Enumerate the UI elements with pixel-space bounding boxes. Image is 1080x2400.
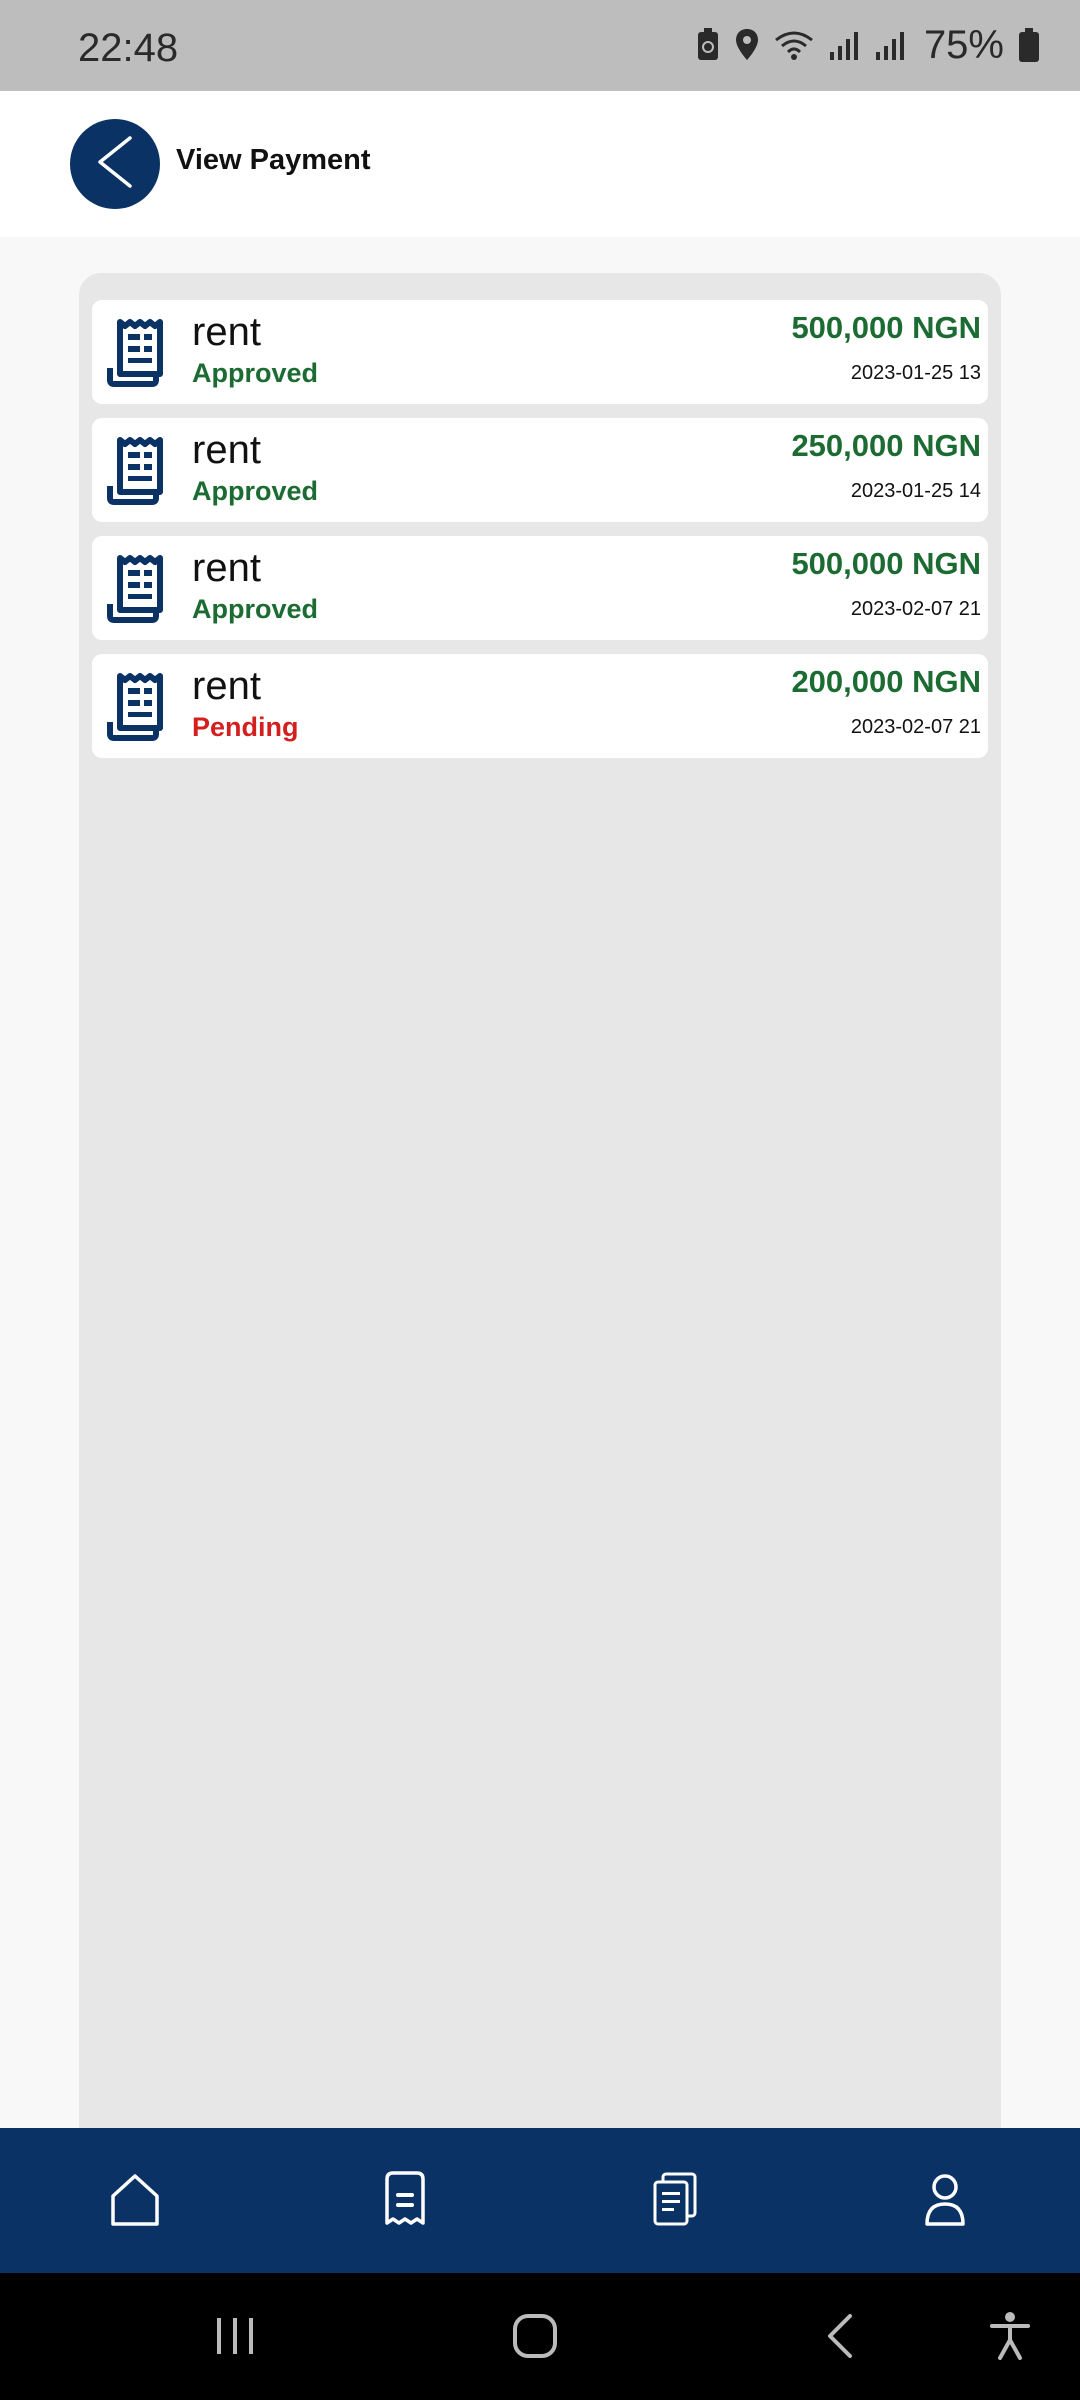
payment-item[interactable]: rent Approved 500,000 NGN 2023-01-25 13: [92, 300, 988, 404]
receipt-icon: [106, 318, 168, 388]
recents-button[interactable]: [200, 2303, 270, 2373]
system-home-button[interactable]: [500, 2303, 570, 2373]
system-nav: [0, 2273, 1080, 2400]
chevron-left-icon: [92, 134, 138, 195]
payment-title: rent: [192, 664, 261, 708]
app-header: View Payment: [0, 91, 1080, 237]
location-icon: [734, 28, 760, 62]
accessibility-icon: [988, 2310, 1032, 2367]
payment-date: 2023-01-25 13: [850, 362, 981, 384]
payment-title: rent: [192, 310, 261, 354]
payment-amount: 500,000 NGN: [791, 310, 981, 345]
payment-status: Approved: [192, 594, 319, 624]
system-back-button[interactable]: [805, 2303, 875, 2373]
receipt-icon: [106, 672, 168, 742]
payment-status: Approved: [192, 358, 319, 388]
page-title: View Payment: [176, 144, 371, 176]
payment-amount: 200,000 NGN: [791, 664, 981, 699]
nav-payments-button[interactable]: [365, 2162, 445, 2242]
payment-date: 2023-02-07 21: [850, 598, 981, 620]
back-button[interactable]: [70, 119, 160, 209]
bottom-nav: [0, 2128, 1080, 2273]
profile-icon: [923, 2172, 967, 2233]
payment-amount: 500,000 NGN: [791, 546, 981, 581]
payment-date: 2023-01-25 14: [850, 480, 981, 502]
receipt-icon: [383, 2170, 427, 2234]
payment-title: rent: [192, 546, 261, 590]
battery-icon: [1018, 27, 1040, 63]
nav-documents-button[interactable]: [635, 2162, 715, 2242]
home-icon: [109, 2172, 161, 2233]
battery-percent: 75%: [923, 22, 1004, 67]
home-circle-icon: [512, 2313, 558, 2364]
payment-item[interactable]: rent Approved 250,000 NGN 2023-01-25 14: [92, 418, 988, 522]
signal-icon: [828, 28, 860, 62]
payment-item[interactable]: rent Approved 500,000 NGN 2023-02-07 21: [92, 536, 988, 640]
receipt-icon: [106, 436, 168, 506]
payment-status: Approved: [192, 476, 319, 506]
receipt-icon: [106, 554, 168, 624]
accessibility-button[interactable]: [975, 2303, 1045, 2373]
nav-home-button[interactable]: [95, 2162, 175, 2242]
battery-saver-icon: [696, 28, 720, 62]
payment-amount: 250,000 NGN: [791, 428, 981, 463]
status-bar: 22:48 75%: [0, 0, 1080, 91]
payment-item[interactable]: rent Pending 200,000 NGN 2023-02-07 21: [92, 654, 988, 758]
recents-icon: [213, 2314, 257, 2363]
nav-profile-button[interactable]: [905, 2162, 985, 2242]
documents-icon: [651, 2172, 699, 2233]
status-icons: 75%: [696, 22, 1040, 68]
payment-status: Pending: [192, 712, 299, 742]
status-time: 22:48: [78, 26, 179, 70]
wifi-icon: [774, 28, 814, 62]
signal-icon: [874, 28, 906, 62]
payment-list: rent Approved 500,000 NGN 2023-01-25 13 …: [79, 273, 1001, 2128]
payment-date: 2023-02-07 21: [850, 716, 981, 738]
back-icon: [822, 2312, 858, 2365]
payment-title: rent: [192, 428, 261, 472]
